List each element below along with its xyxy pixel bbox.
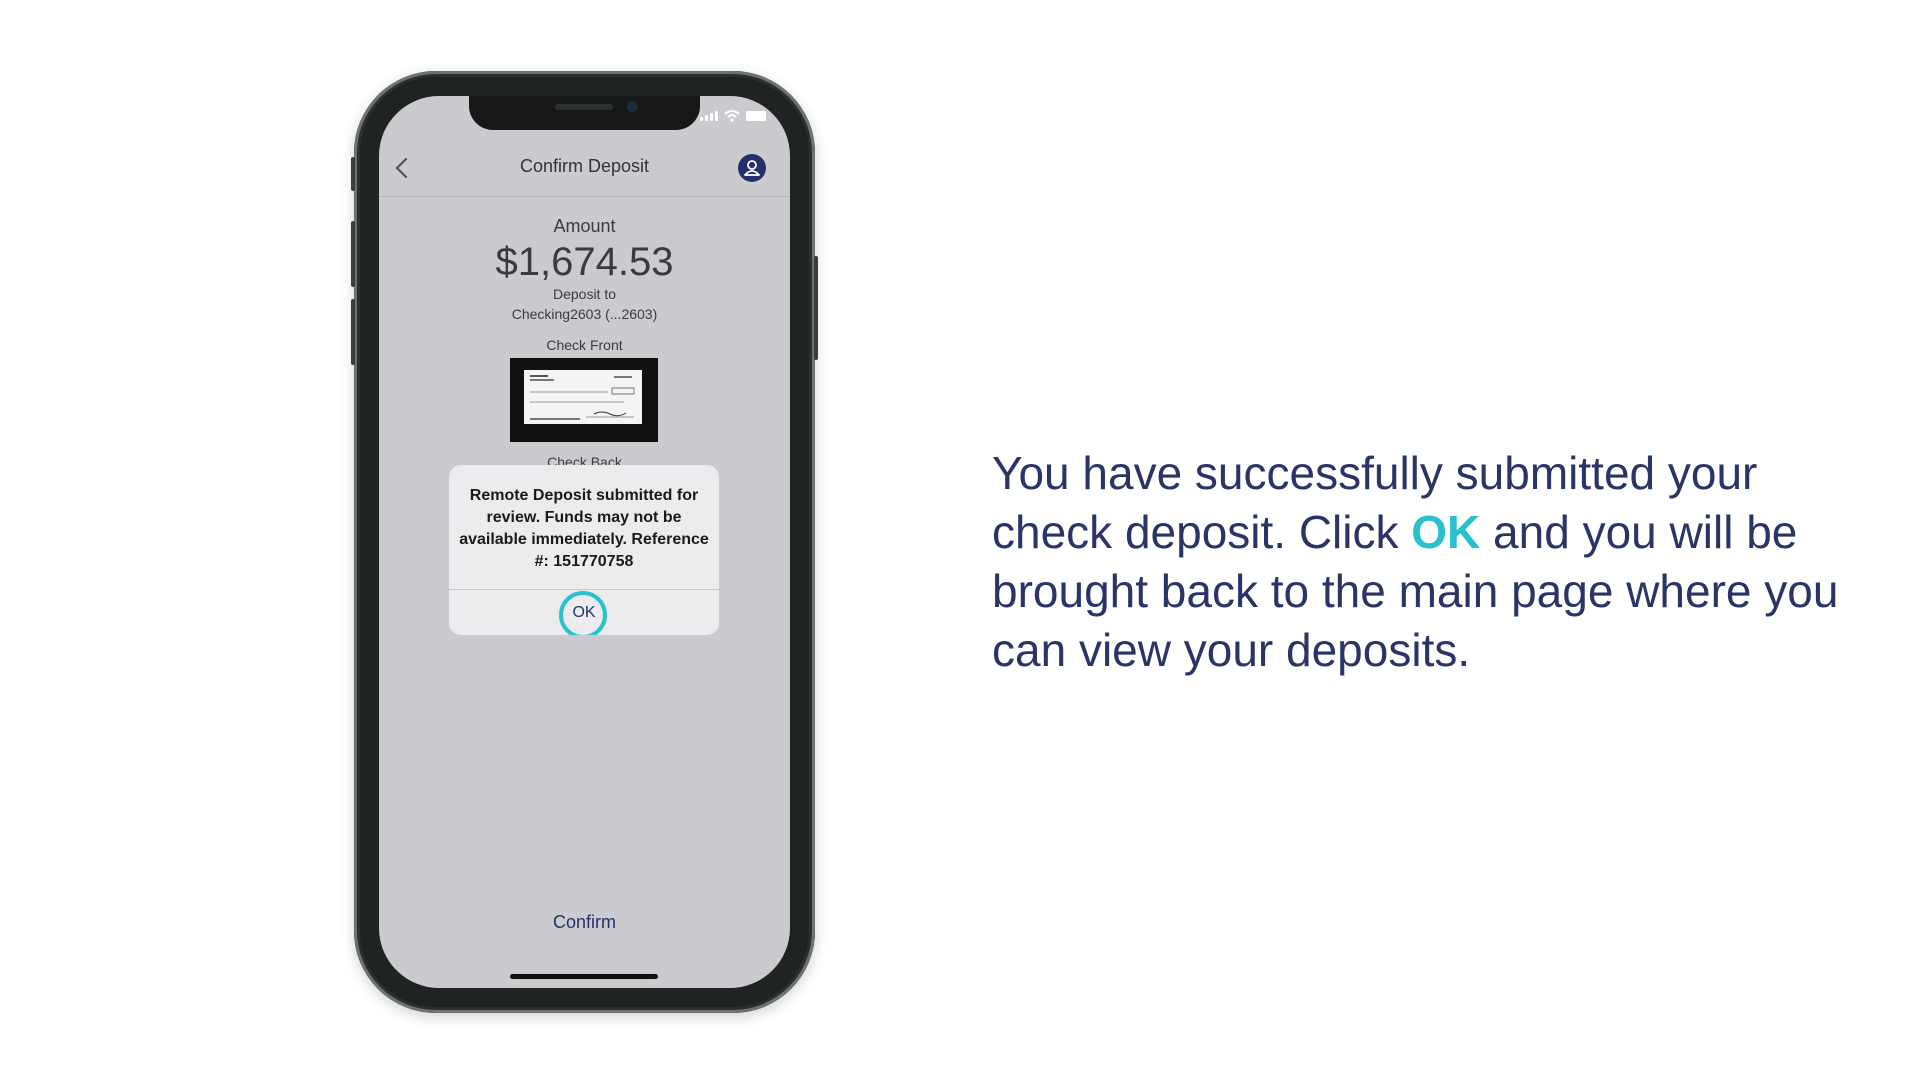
deposit-amount: $1,674.53 bbox=[495, 240, 674, 284]
phone-screen: Confirm Deposit Amount $1,674.53 Deposit… bbox=[379, 96, 790, 988]
instruction-ok-highlight: OK bbox=[1411, 506, 1481, 558]
status-bar bbox=[700, 110, 766, 122]
wifi-icon bbox=[724, 110, 740, 122]
volume-up-button bbox=[351, 221, 355, 287]
deposit-destination: Deposit to Checking2603 (...2603) bbox=[379, 284, 790, 324]
check-front-label: Check Front bbox=[546, 337, 623, 353]
alert-message: Remote Deposit submitted for review. Fun… bbox=[459, 487, 709, 570]
profile-button[interactable] bbox=[738, 154, 766, 182]
deposit-submitted-alert: Remote Deposit submitted for review. Fun… bbox=[449, 465, 719, 635]
speaker bbox=[555, 104, 613, 110]
phone-frame: Confirm Deposit Amount $1,674.53 Deposit… bbox=[351, 71, 818, 1013]
alert-divider bbox=[449, 589, 719, 590]
instruction-text: You have successfully submitted your che… bbox=[992, 444, 1852, 680]
amount-label: Amount bbox=[553, 216, 616, 236]
battery-icon bbox=[746, 111, 766, 121]
mute-switch bbox=[351, 157, 355, 191]
confirm-button[interactable]: Confirm bbox=[379, 912, 790, 933]
ok-button[interactable]: OK bbox=[449, 604, 719, 622]
notch bbox=[469, 96, 700, 130]
volume-down-button bbox=[351, 299, 355, 365]
account-name: Checking2603 (...2603) bbox=[511, 306, 658, 322]
check-front-image bbox=[510, 358, 658, 442]
home-indicator bbox=[510, 974, 658, 979]
check-lines-graphic bbox=[530, 375, 635, 420]
check-paper bbox=[524, 370, 642, 424]
power-button bbox=[814, 256, 818, 360]
camera bbox=[627, 101, 638, 112]
nav-bar: Confirm Deposit bbox=[379, 140, 790, 197]
cellular-signal-icon bbox=[700, 111, 718, 121]
user-icon bbox=[744, 160, 760, 176]
page-title: Confirm Deposit bbox=[519, 156, 650, 176]
deposit-to-label: Deposit to bbox=[552, 286, 617, 302]
